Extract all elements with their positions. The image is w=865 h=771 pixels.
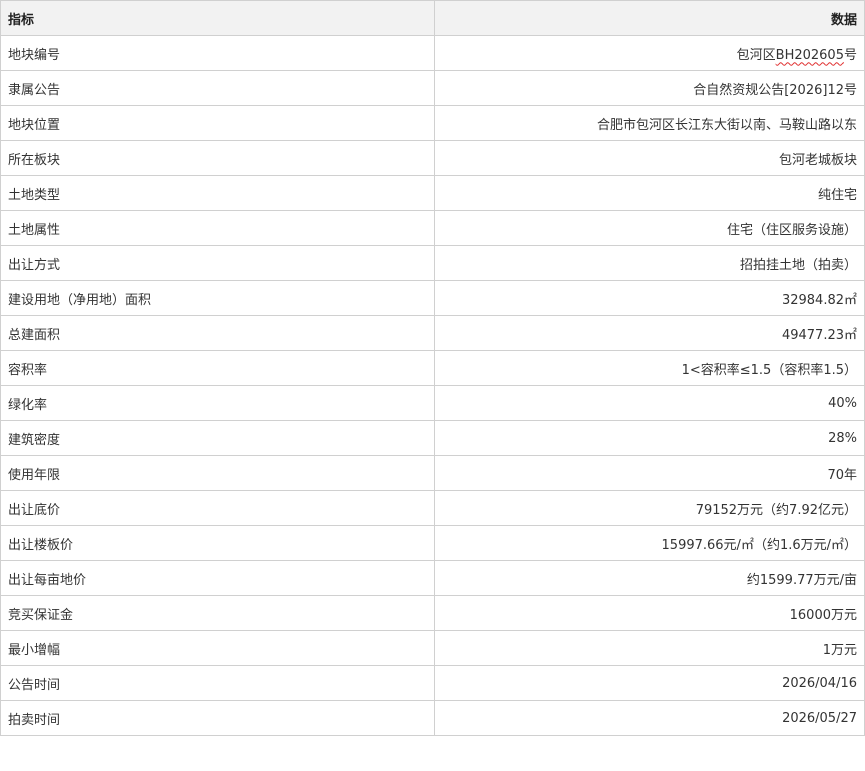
table-row: 公告时间 2026/04/16 xyxy=(0,665,865,701)
row-value: 合自然资规公告[2026]12号 xyxy=(434,70,865,106)
row-value: 2026/04/16 xyxy=(434,665,865,701)
row-label: 总建面积 xyxy=(0,315,435,351)
row-value: 15997.66元/㎡（约1.6万元/㎡） xyxy=(434,525,865,561)
table-row: 土地属性 住宅（住区服务设施） xyxy=(0,210,865,246)
value-suffix: 号 xyxy=(843,47,857,63)
table-row: 隶属公告 合自然资规公告[2026]12号 xyxy=(0,70,865,106)
row-value: 包河老城板块 xyxy=(434,140,865,176)
row-label: 最小增幅 xyxy=(0,630,435,666)
table-row: 拍卖时间 2026/05/27 xyxy=(0,700,865,736)
row-label: 地块编号 xyxy=(0,35,435,71)
table-row: 土地类型 纯住宅 xyxy=(0,175,865,211)
row-value: 49477.23㎡ xyxy=(434,315,865,351)
header-indicator: 指标 xyxy=(0,0,435,36)
table-row: 地块编号 包河区BH202605号 xyxy=(0,35,865,71)
row-value: 28% xyxy=(434,420,865,456)
value-prefix: 包河区 xyxy=(736,47,776,63)
row-label: 使用年限 xyxy=(0,455,435,491)
row-label: 建设用地（净用地）面积 xyxy=(0,280,435,316)
row-value: 40% xyxy=(434,385,865,421)
land-info-table: 指标 数据 地块编号 包河区BH202605号 隶属公告 合自然资规公告[202… xyxy=(0,0,865,736)
row-value: 1万元 xyxy=(434,630,865,666)
table-row: 使用年限 70年 xyxy=(0,455,865,491)
table-row: 总建面积 49477.23㎡ xyxy=(0,315,865,351)
row-label: 土地类型 xyxy=(0,175,435,211)
table-row: 竞买保证金 16000万元 xyxy=(0,595,865,631)
row-label: 出让每亩地价 xyxy=(0,560,435,596)
table-row: 绿化率 40% xyxy=(0,385,865,421)
row-value: 16000万元 xyxy=(434,595,865,631)
table-row: 容积率 1<容积率≤1.5（容积率1.5） xyxy=(0,350,865,386)
row-label: 出让底价 xyxy=(0,490,435,526)
table-row: 出让楼板价 15997.66元/㎡（约1.6万元/㎡） xyxy=(0,525,865,561)
row-label: 建筑密度 xyxy=(0,420,435,456)
table-row: 地块位置 合肥市包河区长江东大街以南、马鞍山路以东 xyxy=(0,105,865,141)
table-row: 所在板块 包河老城板块 xyxy=(0,140,865,176)
row-label: 所在板块 xyxy=(0,140,435,176)
row-value: 32984.82㎡ xyxy=(434,280,865,316)
row-value: 纯住宅 xyxy=(434,175,865,211)
table-row: 出让每亩地价 约1599.77万元/亩 xyxy=(0,560,865,596)
table-row: 出让方式 招拍挂土地（拍卖） xyxy=(0,245,865,281)
row-label: 公告时间 xyxy=(0,665,435,701)
row-value: 住宅（住区服务设施） xyxy=(434,210,865,246)
row-value: 包河区BH202605号 xyxy=(434,35,865,71)
row-value: 招拍挂土地（拍卖） xyxy=(434,245,865,281)
row-value: 1<容积率≤1.5（容积率1.5） xyxy=(434,350,865,386)
row-value: 79152万元（约7.92亿元） xyxy=(434,490,865,526)
row-label: 土地属性 xyxy=(0,210,435,246)
row-label: 地块位置 xyxy=(0,105,435,141)
row-label: 隶属公告 xyxy=(0,70,435,106)
row-label: 拍卖时间 xyxy=(0,700,435,736)
row-label: 容积率 xyxy=(0,350,435,386)
table-row: 建筑密度 28% xyxy=(0,420,865,456)
row-value: 约1599.77万元/亩 xyxy=(434,560,865,596)
row-value: 合肥市包河区长江东大街以南、马鞍山路以东 xyxy=(434,105,865,141)
table-row: 出让底价 79152万元（约7.92亿元） xyxy=(0,490,865,526)
table-row: 建设用地（净用地）面积 32984.82㎡ xyxy=(0,280,865,316)
row-value: 70年 xyxy=(434,455,865,491)
header-data: 数据 xyxy=(434,0,865,36)
row-label: 竞买保证金 xyxy=(0,595,435,631)
table-row: 最小增幅 1万元 xyxy=(0,630,865,666)
row-value: 2026/05/27 xyxy=(434,700,865,736)
table-header-row: 指标 数据 xyxy=(0,0,865,36)
spellcheck-marked-text: BH202605 xyxy=(775,47,844,63)
row-label: 绿化率 xyxy=(0,385,435,421)
row-label: 出让楼板价 xyxy=(0,525,435,561)
row-label: 出让方式 xyxy=(0,245,435,281)
